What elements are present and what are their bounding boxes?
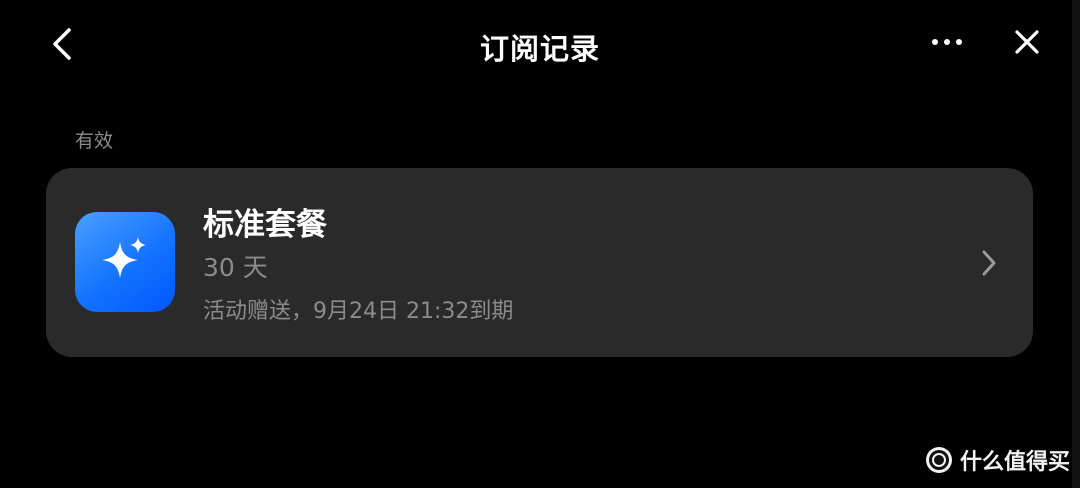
section-label-active: 有效 <box>75 130 114 152</box>
watermark: 什么值得买 <box>925 444 1070 476</box>
card-chevron <box>979 246 999 280</box>
more-button[interactable] <box>925 25 969 59</box>
plan-name: 标准套餐 <box>203 207 327 243</box>
sparkle-icon <box>102 237 146 278</box>
plan-duration: 30 天 <box>203 253 268 282</box>
watermark-text: 什么值得买 <box>959 450 1070 475</box>
close-icon <box>1015 30 1039 54</box>
plan-expiry: 活动赠送，9月24日 21:32到期 <box>203 299 514 324</box>
top-bar: 订阅记录 <box>0 0 1072 88</box>
more-horizontal-icon <box>932 39 962 45</box>
chevron-right-icon <box>982 250 996 276</box>
subscription-records-page: 订阅记录 有效 标准套餐 30 天 活动赠送，9月24日 21:32到期 什么值… <box>0 0 1080 488</box>
right-edge <box>1072 0 1080 488</box>
close-button[interactable] <box>1007 22 1047 62</box>
plan-icon <box>75 212 175 312</box>
page-title: 订阅记录 <box>479 32 600 66</box>
subscription-card[interactable]: 标准套餐 30 天 活动赠送，9月24日 21:32到期 <box>46 168 1033 357</box>
smzdm-logo <box>925 447 952 473</box>
